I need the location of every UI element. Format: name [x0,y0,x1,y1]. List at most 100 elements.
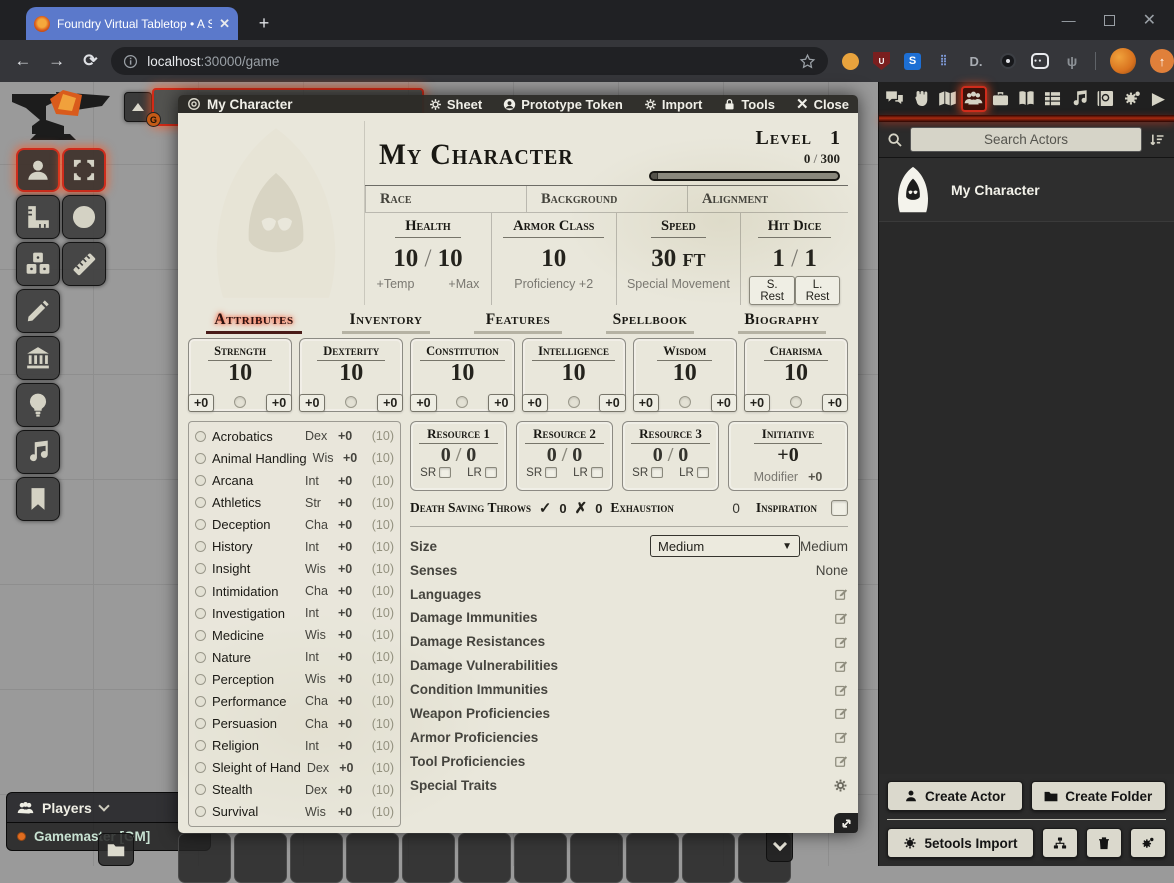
exhaustion-value[interactable]: 0 [680,501,740,516]
ability-save-mod[interactable]: +0 [633,394,659,412]
macro-slot[interactable] [178,833,231,883]
drawing-tool-button[interactable] [16,289,60,333]
delete-button[interactable] [1086,828,1122,858]
macro-slot[interactable] [402,833,455,883]
sheet-tab[interactable]: Biography [716,311,848,334]
sidebar-collapse-caret-icon[interactable]: ▶ [1145,86,1171,112]
skill-row[interactable]: Acrobatics Dex +0 (10) [195,425,394,447]
skill-row[interactable]: Insight Wis +0 (10) [195,558,394,580]
initiative-value[interactable]: +0 [729,444,847,466]
tab-combat[interactable] [908,86,934,112]
bookmark-star-icon[interactable] [799,53,816,70]
tab-close-icon[interactable]: ✕ [219,16,230,32]
identity-field[interactable]: Alignment [687,186,848,212]
ability-score[interactable]: 10 [523,361,625,386]
skill-proficiency-radio[interactable] [195,563,206,574]
reload-icon[interactable]: ⟳ [74,51,108,71]
ability-name[interactable]: Wisdom [657,344,712,361]
skill-proficiency-radio[interactable] [195,586,206,597]
macro-folder-button[interactable] [98,833,134,866]
macro-slot[interactable] [514,833,567,883]
resource-value[interactable]: 0 / 0 [623,444,718,466]
edit-trait-icon[interactable] [834,635,848,649]
skill-row[interactable]: Performance Cha +0 (10) [195,690,394,712]
search-actors-input[interactable] [910,127,1142,152]
ability-save-mod[interactable]: +0 [410,394,436,412]
skill-row[interactable]: Stealth Dex +0 (10) [195,779,394,801]
close-sheet-button[interactable]: ✕ Close [796,95,849,113]
sheet-tab[interactable]: Attributes [188,311,320,334]
special-movement-link[interactable]: Special Movement [627,277,730,291]
skill-row[interactable]: Medicine Wis +0 (10) [195,624,394,646]
resource-label[interactable]: Resource 3 [631,426,710,444]
ability-proficiency-radio[interactable] [345,396,357,408]
target-tool-button[interactable] [62,195,106,239]
skill-proficiency-radio[interactable] [195,696,206,707]
death-fail-icon[interactable]: ✗ [575,499,588,517]
max-hp-field[interactable]: +Max [448,277,479,291]
skill-row[interactable]: Animal Handling Wis +0 (10) [195,447,394,469]
grid-extension-icon[interactable]: ⣿ [935,52,953,70]
import-button[interactable]: Import [644,97,702,112]
character-name[interactable]: My Character [379,138,636,172]
tab-items[interactable] [987,86,1013,112]
select-targets-button[interactable] [62,148,106,192]
token-tool-button[interactable] [16,148,60,192]
skill-proficiency-radio[interactable] [195,718,206,729]
skill-row[interactable]: Sleight of Hand Dex +0 (10) [195,757,394,779]
ability-check-mod[interactable]: +0 [711,394,737,412]
folder-tree-button[interactable] [1042,828,1078,858]
skill-row[interactable]: History Int +0 (10) [195,536,394,558]
skill-row[interactable]: Nature Int +0 (10) [195,646,394,668]
window-resize-handle[interactable] [834,813,858,833]
long-rest-button[interactable]: L. Rest [795,276,840,305]
edit-trait-icon[interactable] [834,611,848,625]
edit-trait-icon[interactable] [834,754,848,768]
browser-tab[interactable]: Foundry Virtual Tabletop • A Stan ✕ [26,7,238,40]
forward-icon[interactable]: → [40,51,74,71]
cookie-extension-icon[interactable] [842,53,859,70]
configure-button[interactable] [1130,828,1166,858]
s-extension-icon[interactable]: S [904,53,921,70]
macro-slot[interactable] [626,833,679,883]
tab-scenes[interactable] [934,86,960,112]
skill-proficiency-radio[interactable] [195,740,206,751]
speed-value[interactable]: 30 ft [617,245,741,273]
tab-playlists[interactable] [1066,86,1092,112]
edit-trait-icon[interactable] [834,659,848,673]
skill-proficiency-radio[interactable] [195,519,206,530]
ability-check-mod[interactable]: +0 [377,394,403,412]
sr-checkbox[interactable] [439,467,451,478]
ability-proficiency-radio[interactable] [790,396,802,408]
skill-proficiency-radio[interactable] [195,762,206,773]
create-folder-button[interactable]: Create Folder [1031,781,1167,811]
tab-actors[interactable] [961,86,987,112]
5etools-import-button[interactable]: 5etools Import [887,828,1034,858]
maximize-icon[interactable] [1104,15,1115,26]
skill-row[interactable]: Athletics Str +0 (10) [195,492,394,514]
tab-journal[interactable] [1013,86,1039,112]
skill-row[interactable]: Perception Wis +0 (10) [195,668,394,690]
skill-row[interactable]: Religion Int +0 (10) [195,735,394,757]
ability-name[interactable]: Strength [208,344,272,361]
tab-compendium[interactable] [1093,86,1119,112]
skill-proficiency-radio[interactable] [195,630,206,641]
macro-slot[interactable] [458,833,511,883]
ability-check-mod[interactable]: +0 [488,394,514,412]
actor-entry[interactable]: My Character [879,158,1174,222]
ability-proficiency-radio[interactable] [679,396,691,408]
resource-value[interactable]: 0 / 0 [411,444,506,466]
sheet-tab[interactable]: Features [452,311,584,334]
ability-save-mod[interactable]: +0 [744,394,770,412]
skill-row[interactable]: Intimidation Cha +0 (10) [195,580,394,602]
hotbar-page-down-icon[interactable] [772,837,786,851]
edit-trait-icon[interactable] [834,730,848,744]
ability-save-mod[interactable]: +0 [522,394,548,412]
site-info-icon[interactable] [123,54,138,69]
level-value[interactable]: 1 [830,127,840,149]
skill-row[interactable]: Survival Wis +0 (10) [195,801,394,823]
resource-label[interactable]: Resource 2 [525,426,604,444]
identity-field[interactable]: Race [365,186,526,212]
short-rest-button[interactable]: S. Rest [749,276,795,305]
tab-tables[interactable] [1040,86,1066,112]
